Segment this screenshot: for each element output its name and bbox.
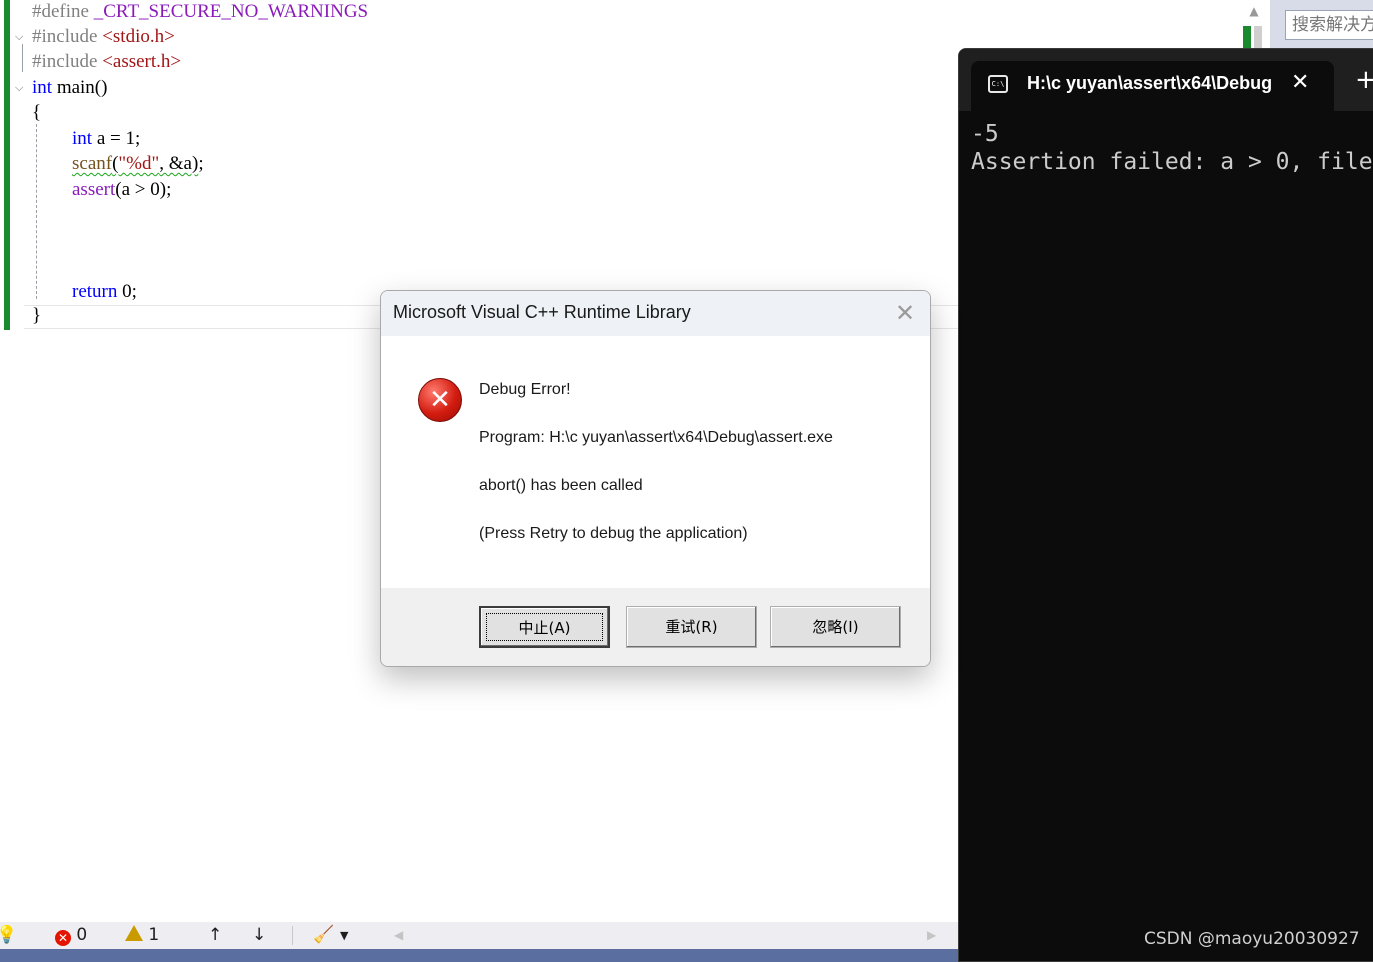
keyword: return	[72, 281, 118, 302]
editor-status-bar: 💡 ✕ 0 1 ↑ ↓ 🧹 ▼ ◀ ▶	[0, 922, 958, 949]
code-line-5[interactable]: {	[32, 101, 41, 125]
retry-button-label: 重试(R)	[665, 618, 718, 636]
code-line-9[interactable]: return 0;	[72, 280, 137, 304]
chevron-down-icon[interactable]: ▼	[340, 922, 348, 949]
screen: ⌵ ⌵ #define _CRT_SECURE_NO_WARNINGS #inc…	[0, 0, 1373, 962]
scrollbar-change-marker	[1243, 26, 1251, 48]
new-tab-icon[interactable]: +	[1355, 67, 1373, 93]
macro-call: assert	[72, 179, 116, 200]
terminal-tab[interactable]: C:\ H:\c yuyan\assert\x64\Debug ✕	[971, 61, 1334, 111]
fold-guide	[22, 44, 23, 72]
include-file: <assert.h>	[102, 51, 182, 72]
error-count-value: 0	[76, 925, 88, 945]
dialog-heading: Debug Error!	[479, 381, 571, 398]
status-separator	[292, 926, 293, 945]
keyword: int	[72, 128, 93, 149]
preprocessor-directive: #include	[32, 26, 98, 47]
function-call: scanf	[72, 153, 113, 174]
dialog-message: abort() has been called	[479, 477, 643, 494]
code-line-7[interactable]: scanf("%d", &a);	[72, 152, 204, 176]
terminal-tab-title: H:\c yuyan\assert\x64\Debug	[1027, 73, 1273, 93]
warning-count-value: 1	[148, 925, 160, 945]
ignore-button[interactable]: 忽略(I)	[770, 606, 901, 648]
scroll-up-arrow-icon[interactable]: ▲	[1243, 0, 1265, 22]
close-tab-icon[interactable]: ✕	[1291, 70, 1309, 95]
macro-name: _CRT_SECURE_NO_WARNINGS	[93, 1, 369, 22]
warning-count[interactable]: 1	[125, 922, 159, 949]
code-line-1[interactable]: #define _CRT_SECURE_NO_WARNINGS	[32, 0, 368, 24]
scroll-right-arrow-icon[interactable]: ▶	[927, 922, 936, 949]
terminal-output-line: -5	[971, 121, 999, 147]
previous-issue-button[interactable]: ↑	[208, 922, 222, 949]
error-icon: ✕	[418, 378, 462, 422]
warning-icon	[125, 925, 143, 941]
scrollbar-thumb[interactable]	[1254, 26, 1262, 48]
console-icon: C:\	[988, 75, 1008, 93]
keyword: int	[32, 77, 53, 98]
solution-search-input[interactable]: 搜索解决方案资源管理器	[1285, 10, 1373, 40]
warning-squiggle[interactable]: scanf("%d", &a)	[72, 153, 198, 174]
scroll-left-arrow-icon[interactable]: ◀	[394, 922, 403, 949]
code-text: , &a)	[159, 153, 199, 174]
ide-status-strip	[0, 949, 958, 962]
terminal-tab-bar: C:\ H:\c yuyan\assert\x64\Debug ✕ +	[959, 49, 1373, 111]
dialog-title-bar[interactable]: Microsoft Visual C++ Runtime Library ✕	[381, 291, 930, 336]
code-cleanup-icon[interactable]: 🧹	[313, 922, 334, 949]
code-text: 0;	[122, 281, 137, 302]
terminal-output-line: Assertion failed: a > 0, file	[971, 149, 1373, 175]
code-line-10[interactable]: }	[32, 304, 41, 328]
string-literal: "%d"	[118, 153, 160, 174]
fold-collapse-icon[interactable]: ⌵	[15, 81, 23, 95]
preprocessor-directive: #include	[32, 51, 98, 72]
preprocessor-directive: #define	[32, 1, 89, 22]
abort-button[interactable]: 中止(A)	[479, 606, 610, 648]
dialog-program-path: Program: H:\c yuyan\assert\x64\Debug\ass…	[479, 429, 833, 446]
lightbulb-icon[interactable]: 💡	[0, 922, 17, 949]
code-line-8[interactable]: assert(a > 0);	[72, 178, 171, 202]
code-line-3[interactable]: #include <assert.h>	[32, 50, 181, 74]
runtime-error-dialog: Microsoft Visual C++ Runtime Library ✕ ✕…	[380, 290, 931, 667]
code-line-6[interactable]: int a = 1;	[72, 127, 140, 151]
code-text: (a > 0);	[115, 179, 172, 200]
code-text: ;	[198, 153, 204, 174]
fold-collapse-icon[interactable]: ⌵	[15, 30, 23, 44]
dialog-title: Microsoft Visual C++ Runtime Library	[393, 302, 691, 322]
focus-rectangle	[486, 613, 603, 641]
next-issue-button[interactable]: ↓	[252, 922, 266, 949]
change-tracking-bar	[4, 0, 10, 330]
indent-guide	[36, 124, 37, 299]
ignore-button-label: 忽略(I)	[812, 618, 859, 636]
code-line-2[interactable]: #include <stdio.h>	[32, 25, 175, 49]
error-icon: ✕	[55, 930, 71, 946]
error-count[interactable]: ✕ 0	[55, 922, 87, 949]
include-file: <stdio.h>	[102, 26, 175, 47]
close-icon[interactable]: ✕	[895, 299, 915, 327]
retry-button[interactable]: 重试(R)	[626, 606, 757, 648]
code-line-4[interactable]: int main()	[32, 76, 107, 100]
watermark: CSDN @maoyu20030927	[1144, 929, 1360, 949]
terminal-window[interactable]: C:\ H:\c yuyan\assert\x64\Debug ✕ + -5 A…	[958, 48, 1373, 962]
dialog-hint: (Press Retry to debug the application)	[479, 525, 748, 542]
function-name: main()	[56, 77, 108, 98]
code-text: a = 1;	[96, 128, 141, 149]
